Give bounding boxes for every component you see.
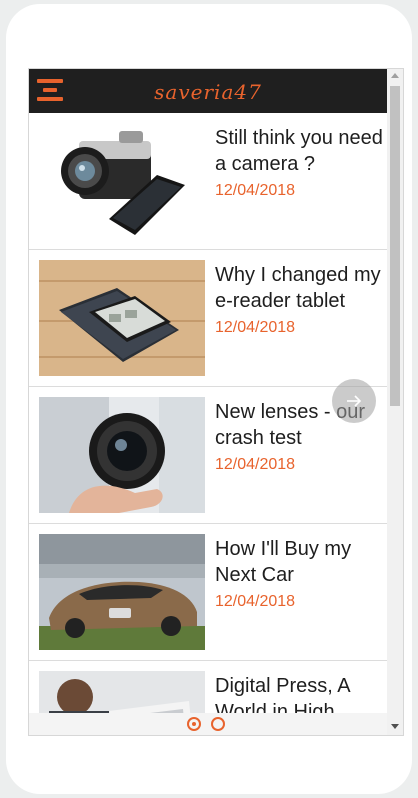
page-dot-2[interactable] [211, 717, 225, 731]
article-date: 12/04/2018 [215, 593, 296, 610]
arrow-right-icon [347, 395, 362, 407]
scroll-up-arrow-icon[interactable] [391, 73, 399, 78]
article-text: Digital Press, A World in High [215, 673, 387, 713]
device-frame: saveria47 Still think you need a camera … [6, 4, 412, 794]
article-item[interactable]: Digital Press, A World in High [29, 661, 387, 713]
article-text: Why I changed my e-reader tablet 12/04/2… [215, 262, 387, 338]
vertical-scrollbar[interactable] [387, 69, 403, 735]
article-item[interactable]: Why I changed my e-reader tablet 12/04/2… [29, 250, 387, 387]
article-item[interactable]: How I'll Buy my Next Car 12/04/2018 [29, 524, 387, 661]
article-text: Still think you need a camera ? 12/04/20… [215, 125, 387, 201]
article-title[interactable]: Why I changed my e-reader tablet [215, 262, 387, 314]
article-item[interactable]: Still think you need a camera ? 12/04/20… [29, 113, 387, 250]
article-thumbnail-e-reader[interactable] [39, 260, 205, 376]
hamburger-menu-icon[interactable] [37, 79, 63, 101]
page-dot-1[interactable] [187, 717, 201, 731]
app-viewport: saveria47 Still think you need a camera … [28, 68, 404, 736]
article-title[interactable]: Still think you need a camera ? [215, 125, 387, 177]
article-text: How I'll Buy my Next Car 12/04/2018 [215, 536, 387, 612]
article-thumbnail-tablet[interactable] [39, 671, 205, 713]
article-thumbnail-lens[interactable] [39, 397, 205, 513]
article-title[interactable]: Digital Press, A World in High [215, 673, 387, 713]
article-title[interactable]: How I'll Buy my Next Car [215, 536, 387, 588]
app-header: saveria47 [29, 69, 387, 113]
article-date: 12/04/2018 [215, 456, 296, 473]
scrollbar-thumb[interactable] [390, 86, 400, 406]
next-slide-button[interactable] [332, 379, 376, 423]
article-thumbnail-car[interactable] [39, 534, 205, 650]
page-indicator [29, 713, 387, 735]
article-date: 12/04/2018 [215, 182, 296, 199]
article-date: 12/04/2018 [215, 319, 296, 336]
article-list: Still think you need a camera ? 12/04/20… [29, 113, 387, 713]
scroll-down-arrow-icon[interactable] [391, 724, 399, 729]
article-thumbnail-camera[interactable] [39, 123, 205, 239]
brand-logo[interactable]: saveria47 [29, 69, 387, 113]
